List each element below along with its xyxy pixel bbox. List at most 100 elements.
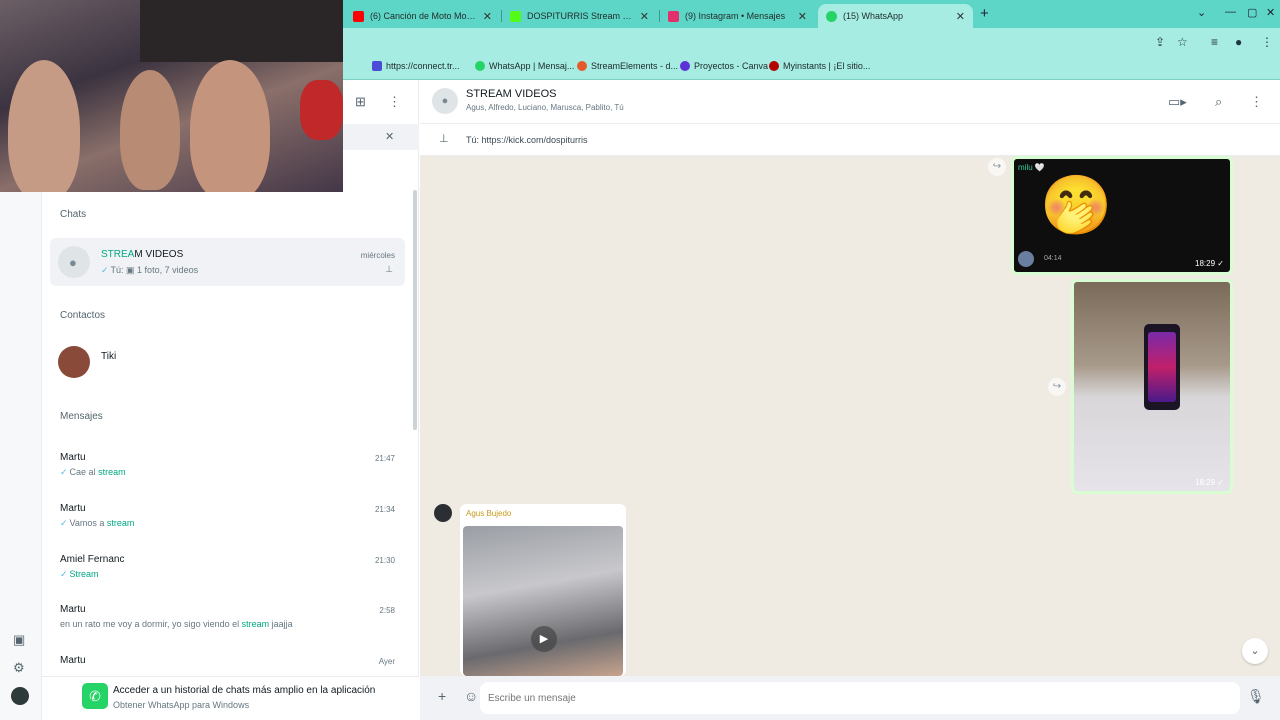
chat-name: STREAM VIDEOS [101, 249, 183, 260]
instagram-icon [668, 10, 679, 22]
chevron-down-icon[interactable]: ⌄ [1197, 6, 1206, 19]
tab-label: DOSPITURRIS Stream - Wat... [527, 11, 634, 21]
clear-search-icon[interactable]: ✕ [385, 130, 394, 143]
myinstants-icon [769, 61, 779, 71]
search-bar[interactable]: ✕ [342, 124, 419, 150]
message-time: 21:47 [374, 454, 395, 463]
reading-list-icon[interactable]: ≡ [1211, 35, 1218, 49]
image-message[interactable]: 18:29 ✓ [1071, 279, 1233, 494]
maximize-icon[interactable]: ▢ [1247, 6, 1257, 19]
youtube-icon [353, 10, 364, 22]
tab-label: (6) Canción de Moto Moto (M... [370, 11, 477, 21]
message-result-item[interactable]: Amiel Fernanc 21:30 ✓ Stream [50, 548, 405, 592]
bookmark-label: Myinstants | ¡El sitio... [783, 61, 871, 71]
browser-tab-youtube[interactable]: (6) Canción de Moto Moto (M... ✕ [345, 4, 500, 28]
message-snippet: ✓ Vamos a stream [60, 518, 134, 529]
get-windows-app-banner[interactable]: ✆ Acceder a un historial de chats más am… [42, 676, 419, 720]
close-tab-icon[interactable]: ✕ [956, 10, 965, 23]
banner-link[interactable]: Obtener WhatsApp para Windows [113, 700, 249, 710]
microphone-icon[interactable]: 🎙 [1247, 688, 1265, 705]
search-icon[interactable]: ⌕ [1215, 94, 1222, 110]
canva-icon [680, 61, 690, 71]
scroll-to-bottom-button[interactable]: ⌄ [1242, 638, 1268, 664]
profile-icon[interactable]: ● [1235, 35, 1242, 49]
tab-label: (9) Instagram • Mensajes [685, 11, 786, 21]
message-sender: Amiel Fernanc [60, 554, 125, 565]
webcam-figure [300, 80, 343, 140]
browser-tab-whatsapp[interactable]: (15) WhatsApp ✕ [818, 4, 973, 28]
contact-name: Tiki [101, 351, 117, 362]
play-icon[interactable]: ▶ [531, 626, 557, 652]
video-message[interactable]: milu 🤍 🤭 04:14 18:29 ✓ [1011, 156, 1233, 275]
video-call-icon[interactable]: ▭▸ [1168, 94, 1187, 110]
message-sender: Martu [60, 604, 86, 615]
bookmark-canva[interactable]: Proyectos - Canva [680, 61, 768, 71]
install-app-icon[interactable]: ⇪ [1155, 35, 1165, 49]
message-result-item[interactable]: Martu 21:34 ✓ Vamos a stream [50, 497, 405, 541]
message-list: ↪ milu 🤍 🤭 04:14 18:29 ✓ ↪ 18:29 ✓ Agus … [420, 156, 1280, 676]
media-gallery-icon[interactable]: ▣ [13, 632, 25, 648]
message-input[interactable] [480, 682, 1240, 714]
group-avatar: ● [58, 246, 90, 278]
bookmark-star-icon[interactable]: ☆ [1177, 35, 1188, 49]
profile-avatar[interactable] [11, 687, 29, 705]
browser-tab-kick[interactable]: DOSPITURRIS Stream - Wat... ✕ [502, 4, 657, 28]
contact-item-tiki[interactable]: Tiki [50, 338, 405, 386]
settings-gear-icon[interactable]: ⚙ [13, 660, 25, 676]
phone-in-photo [1144, 324, 1180, 410]
close-tab-icon[interactable]: ✕ [483, 10, 492, 23]
forward-icon[interactable]: ↪ [1048, 378, 1066, 396]
message-time: 2:58 [379, 606, 395, 615]
read-check-icon: ✓ [60, 467, 68, 477]
group-avatar-icon[interactable]: ● [432, 88, 458, 114]
new-tab-button[interactable]: + [980, 5, 989, 22]
snippet-part: Vamos a [69, 518, 107, 528]
kick-icon [510, 10, 521, 22]
pinned-message-bar[interactable]: ⊥ Tú: https://kick.com/dospiturris [420, 124, 1280, 156]
read-check-icon: ✓ [60, 518, 68, 528]
chat-name-part: STREA [101, 249, 135, 260]
read-check-icon: ✓ [60, 569, 68, 579]
message-result-item[interactable]: Martu 21:47 ✓ Cae al stream [50, 446, 405, 490]
bookmark-myinstants[interactable]: Myinstants | ¡El sitio... [769, 61, 870, 71]
attach-plus-icon[interactable]: + [438, 688, 446, 704]
forward-icon[interactable]: ↪ [988, 158, 1006, 176]
close-window-icon[interactable]: ✕ [1266, 6, 1275, 19]
bookmark-streamelements[interactable]: StreamElements - d... [577, 61, 678, 71]
message-result-item[interactable]: Martu 2:58 en un rato me voy a dormir, yo … [50, 598, 405, 642]
chat-item-stream-videos[interactable]: ● STREAM VIDEOS miércoles ✓ Tú: ▣ 1 foto,… [50, 238, 405, 286]
menu-icon[interactable]: ⋮ [1250, 94, 1263, 110]
pin-icon: ⊥ [385, 264, 393, 274]
browser-menu-icon[interactable]: ⋮ [1261, 35, 1273, 49]
conversation-panel: ● STREAM VIDEOS Agus, Alfredo, Luciano, … [420, 80, 1280, 720]
browser-tab-instagram[interactable]: (9) Instagram • Mensajes ✕ [660, 4, 815, 28]
webcam-shelf [140, 0, 343, 62]
conversation-title: STREAM VIDEOS [466, 88, 557, 100]
message-time: 18:29 ✓ [1195, 259, 1224, 268]
close-tab-icon[interactable]: ✕ [640, 10, 649, 23]
snippet-part: Cae al [69, 467, 99, 477]
minimize-icon[interactable]: — [1225, 6, 1236, 18]
bookmark-connect[interactable]: https://connect.tr... [372, 61, 460, 71]
incoming-video-message[interactable]: Agus Bujedo ▶ [460, 504, 626, 676]
new-chat-icon[interactable]: ⊞ [355, 94, 366, 110]
snippet-part: stream [106, 518, 135, 528]
snippet-part: stream [98, 467, 126, 477]
sent-check-icon: ✓ [1217, 259, 1224, 268]
menu-icon[interactable]: ⋮ [388, 94, 401, 110]
message-time-text: 18:29 [1195, 478, 1216, 487]
streamelements-icon [577, 61, 587, 71]
sender-name[interactable]: Agus Bujedo [466, 509, 511, 518]
message-snippet: en un rato me voy a dormir, yo sigo vien… [60, 619, 293, 629]
bookmark-whatsapp[interactable]: WhatsApp | Mensaj... [475, 61, 574, 71]
conversation-header[interactable]: ● STREAM VIDEOS Agus, Alfredo, Luciano, … [420, 80, 1280, 124]
panel-scrollbar[interactable] [413, 190, 417, 430]
banner-title: Acceder a un historial de chats más ampl… [113, 685, 376, 696]
snippet-part: Stream [69, 569, 99, 579]
conversation-participants: Agus, Alfredo, Luciano, Marusca, Pablito… [466, 103, 624, 112]
close-tab-icon[interactable]: ✕ [798, 10, 807, 23]
webcam-person [8, 60, 80, 192]
sender-avatar[interactable] [434, 504, 452, 522]
emoji-icon[interactable]: ☺ [464, 688, 478, 704]
webcam-overlay [0, 0, 343, 192]
